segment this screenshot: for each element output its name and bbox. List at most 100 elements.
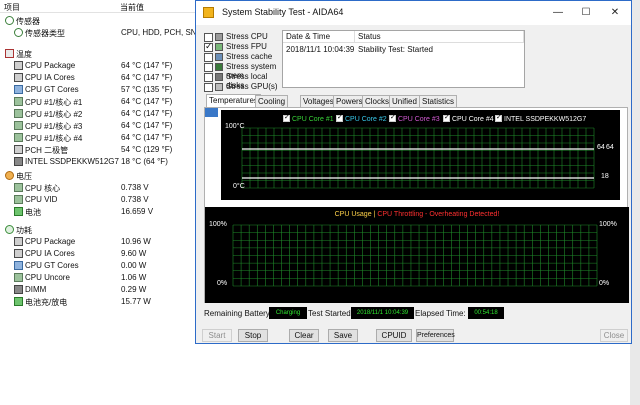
- sensor-icon: [5, 16, 14, 25]
- stress-option-memory[interactable]: Stress system mem: [196, 62, 286, 80]
- cpuid-button[interactable]: CPUID: [376, 329, 412, 342]
- usage-chart-title: CPU Usage | CPU Throttling - Overheating…: [205, 211, 629, 218]
- legend-label: INTEL SSDPEKKW512G7: [504, 116, 587, 123]
- row-value: 1.06 W: [121, 273, 147, 282]
- row-label: CPU #1/核心 #1: [25, 98, 83, 107]
- legend-checkbox[interactable]: [336, 113, 343, 122]
- tab-cooling-fans[interactable]: Cooling Fans: [255, 95, 289, 117]
- cpu-core-icon: [14, 97, 23, 106]
- usage-axis-max-right: 100%: [599, 221, 617, 228]
- stress-memory-checkbox[interactable]: [204, 63, 213, 72]
- row-label: CPU #1/核心 #4: [25, 134, 83, 143]
- memory-icon: [215, 63, 223, 71]
- aida64-app-icon: [203, 7, 214, 18]
- legend-core-2[interactable]: CPU Core #2: [336, 113, 387, 123]
- row-value: 18 °C (64 °F): [121, 157, 168, 166]
- legend-checkbox[interactable]: [443, 113, 450, 122]
- temp-value-core-2: 64: [606, 144, 614, 151]
- row-value: 64 °C (147 °F): [121, 121, 173, 130]
- stress-option-cache[interactable]: Stress cache: [196, 52, 286, 62]
- dimm-icon: [14, 285, 23, 294]
- gpu-icon: [14, 261, 23, 270]
- row-label: INTEL SSDPEKKW512G7: [25, 157, 119, 166]
- row-label: 传感器类型: [25, 29, 65, 38]
- pch-icon: [14, 145, 23, 154]
- stress-option-disks[interactable]: Stress local disks: [196, 72, 286, 90]
- cpu-core-icon: [14, 133, 23, 142]
- row-value: 10.96 W: [121, 237, 151, 246]
- voltage-icon: [5, 171, 14, 180]
- legend-checkbox[interactable]: [283, 113, 290, 122]
- fpu-icon: [215, 43, 223, 51]
- tab-voltages[interactable]: Voltages: [300, 95, 337, 107]
- cpu-usage-chart: CPU Usage | CPU Throttling - Overheating…: [205, 207, 629, 303]
- power-icon: [5, 225, 14, 234]
- log-status: Stability Test: Started: [358, 45, 433, 54]
- legend-core-3[interactable]: CPU Core #3: [389, 113, 440, 123]
- close-window-button[interactable]: ✕: [605, 4, 625, 21]
- stress-option-fpu[interactable]: Stress FPU: [196, 41, 286, 52]
- close-button[interactable]: Close: [600, 329, 628, 342]
- row-value: 0.738 V: [121, 183, 149, 192]
- temperature-chart: CPU Core #1 CPU Core #2 CPU Core #3 CPU …: [221, 110, 620, 200]
- stress-disks-checkbox[interactable]: [204, 73, 213, 82]
- start-button[interactable]: Start: [202, 329, 232, 342]
- row-value: 54 °C (129 °F): [121, 145, 173, 154]
- minimize-button[interactable]: —: [548, 4, 568, 21]
- preferences-button[interactable]: Preferences: [416, 329, 455, 342]
- row-label: CPU Uncore: [25, 273, 70, 282]
- stress-option-gpu[interactable]: Stress GPU(s): [196, 82, 286, 92]
- tab-powers[interactable]: Powers: [333, 95, 366, 107]
- row-value: 64 °C (147 °F): [121, 73, 173, 82]
- column-value-header[interactable]: 当前值: [120, 2, 144, 13]
- thermometer-icon: [5, 49, 14, 58]
- row-value: 15.77 W: [121, 297, 151, 306]
- title-separator: |: [373, 211, 376, 218]
- clear-button[interactable]: Clear: [289, 329, 319, 342]
- row-label: CPU Package: [25, 61, 76, 70]
- legend-label: CPU Core #4: [452, 116, 494, 123]
- gpu-icon: [215, 83, 223, 91]
- row-value: 57 °C (135 °F): [121, 85, 173, 94]
- gpu-icon: [14, 85, 23, 94]
- stress-option-label: Stress GPU(s): [226, 82, 278, 91]
- legend-label: CPU Core #2: [345, 116, 387, 123]
- group-label: 温度: [16, 50, 32, 59]
- battery-icon: [14, 207, 23, 216]
- cpu-icon: [14, 61, 23, 70]
- column-item-header[interactable]: 项目: [4, 2, 20, 13]
- cpu-vid-icon: [14, 195, 23, 204]
- cpu-icon: [215, 33, 223, 41]
- tab-statistics[interactable]: Statistics: [419, 95, 458, 107]
- legend-checkbox[interactable]: [495, 113, 502, 122]
- maximize-button[interactable]: ☐: [576, 4, 596, 21]
- row-label: CPU GT Cores: [25, 261, 79, 270]
- legend-core-4[interactable]: CPU Core #4: [443, 113, 494, 123]
- tab-unified[interactable]: Unified: [389, 95, 420, 107]
- row-label: 电池充/放电: [25, 298, 68, 307]
- tab-clocks[interactable]: Clocks: [362, 95, 393, 107]
- temp-value-ssd: 18: [601, 173, 609, 180]
- temperature-grid: [241, 127, 595, 189]
- cpu-uncore-icon: [14, 273, 23, 282]
- status-column-header[interactable]: Status: [355, 31, 524, 43]
- tab-temperatures[interactable]: Temperatures: [206, 94, 261, 107]
- stress-cache-checkbox[interactable]: [204, 53, 213, 62]
- stop-button[interactable]: Stop: [238, 329, 268, 342]
- temp-axis-min: 0°C: [233, 183, 245, 190]
- row-value: 16.659 V: [121, 207, 154, 216]
- stress-fpu-checkbox[interactable]: [204, 41, 213, 52]
- datetime-column-header[interactable]: Date & Time: [283, 31, 355, 43]
- stress-gpu-checkbox[interactable]: [204, 83, 213, 92]
- disk-icon: [215, 73, 223, 81]
- legend-ssd[interactable]: INTEL SSDPEKKW512G7: [495, 113, 587, 123]
- row-value: CPU, HDD, PCH, SNB: [121, 28, 202, 37]
- save-button[interactable]: Save: [328, 329, 358, 342]
- sensor-type-icon: [14, 28, 23, 37]
- temp-axis-max: 100°C: [225, 123, 245, 130]
- legend-core-1[interactable]: CPU Core #1: [283, 113, 334, 123]
- title-bar[interactable]: System Stability Test - AIDA64 — ☐ ✕: [196, 1, 631, 25]
- legend-label: CPU Core #3: [398, 116, 440, 123]
- row-label: PCH 二极管: [25, 146, 69, 155]
- legend-checkbox[interactable]: [389, 113, 396, 122]
